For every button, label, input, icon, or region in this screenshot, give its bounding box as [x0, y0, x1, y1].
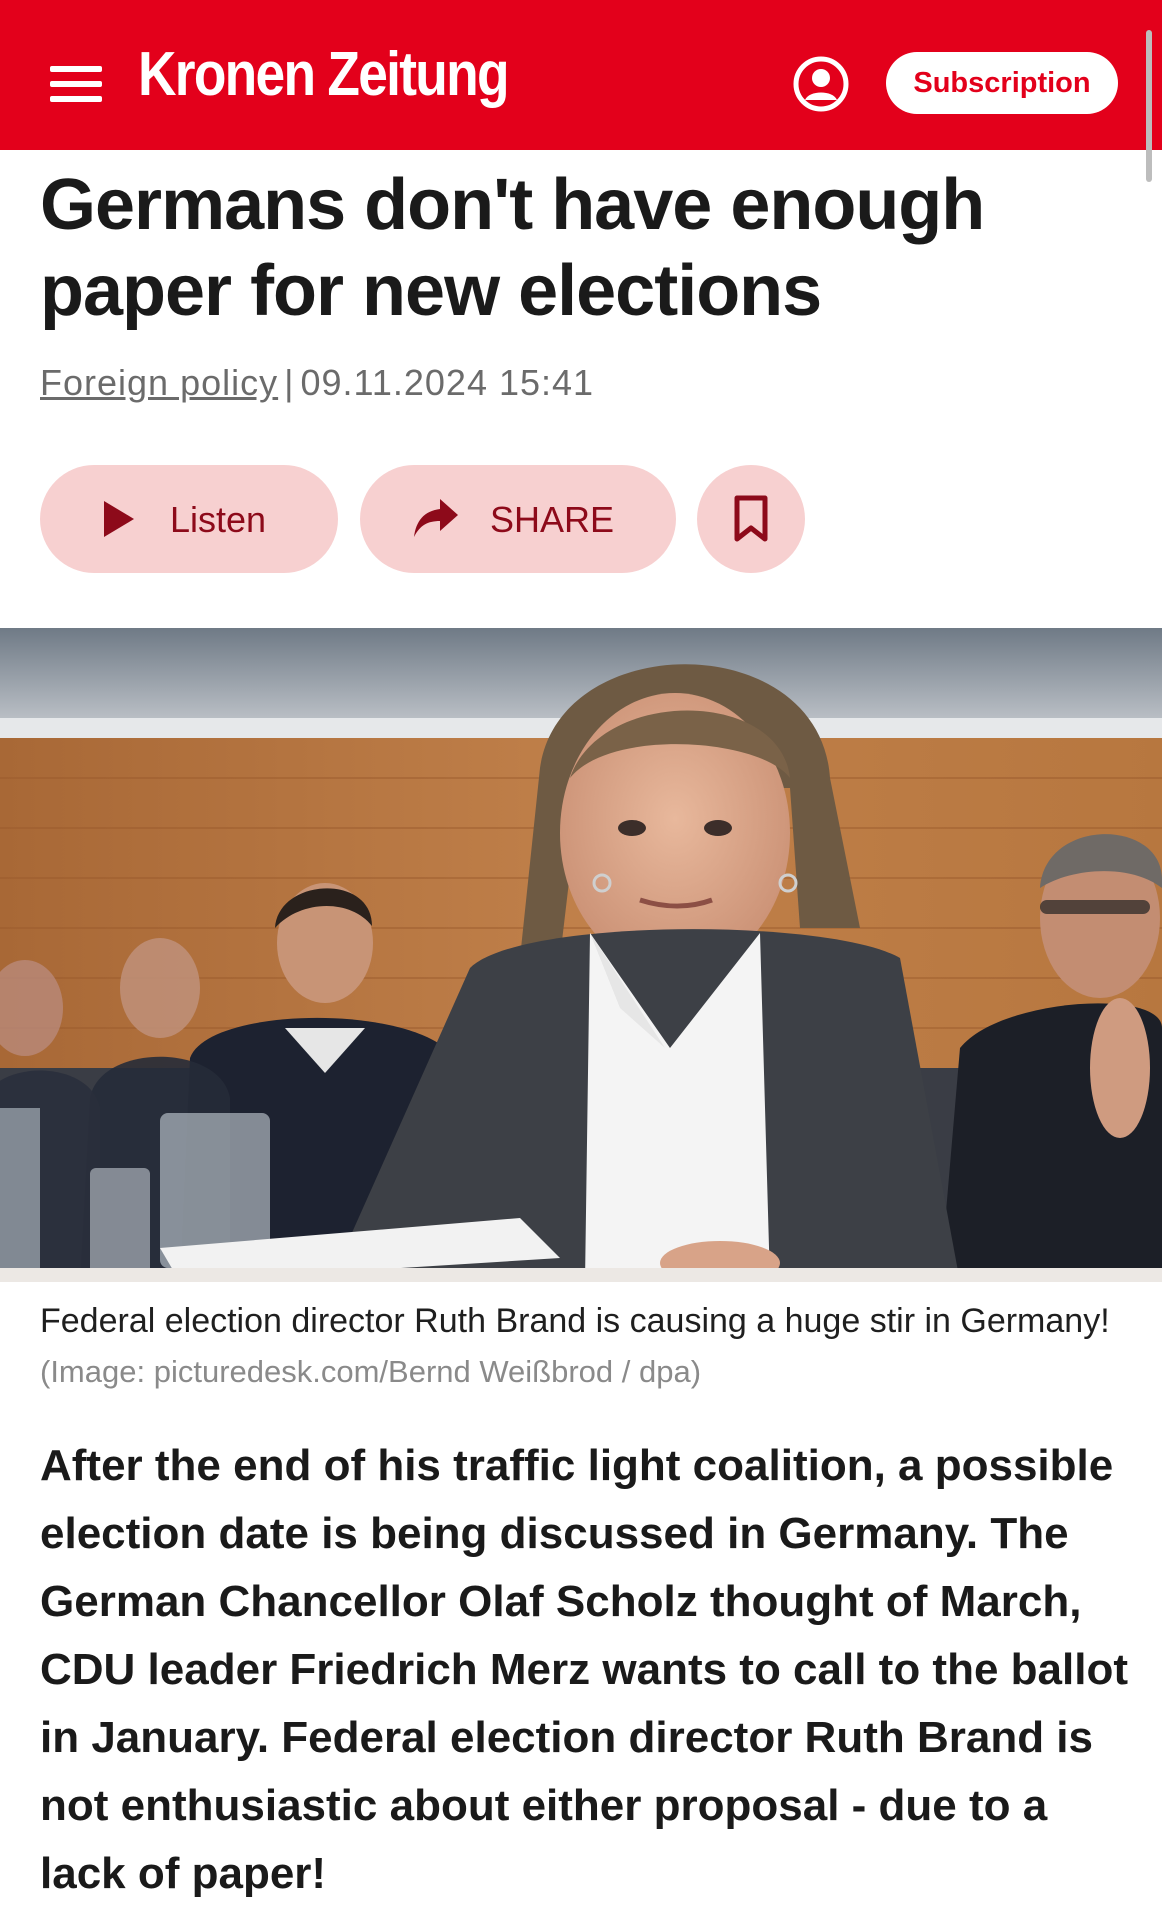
section-link[interactable]: Foreign policy	[40, 362, 278, 403]
caption-text: Federal election director Ruth Brand is …	[40, 1302, 1110, 1340]
photo-credit: (Image: picturedesk.com/Bernd Weißbrod /…	[40, 1354, 702, 1389]
scrollbar[interactable]	[1146, 30, 1152, 182]
article-headline: Germans don't have enough paper for new …	[40, 165, 985, 331]
user-account-icon[interactable]	[792, 55, 850, 113]
article-photo	[0, 628, 1162, 1282]
share-arrow-icon	[414, 499, 458, 537]
top-bar: Kronen Zeitung Subscription	[0, 0, 1162, 150]
menu-icon[interactable]	[50, 66, 102, 102]
publish-datetime: 09.11.2024 15:41	[300, 362, 595, 403]
article-meta: Foreign policy | 09.11.2024 15:41	[40, 362, 594, 404]
subscription-button[interactable]: Subscription	[886, 52, 1118, 114]
meta-separator: |	[284, 362, 295, 403]
share-label: SHARE	[490, 499, 615, 540]
photo-caption: Federal election director Ruth Brand is …	[40, 1296, 1120, 1397]
bookmark-button[interactable]	[697, 465, 805, 573]
site-logo[interactable]: Kronen Zeitung	[138, 44, 510, 106]
play-icon	[104, 501, 134, 537]
bookmark-icon	[734, 495, 768, 542]
article-lead: After the end of his traffic light coali…	[40, 1441, 1128, 1898]
share-button[interactable]: SHARE	[360, 465, 676, 573]
listen-button[interactable]: Listen	[40, 465, 338, 573]
listen-label: Listen	[170, 499, 267, 540]
